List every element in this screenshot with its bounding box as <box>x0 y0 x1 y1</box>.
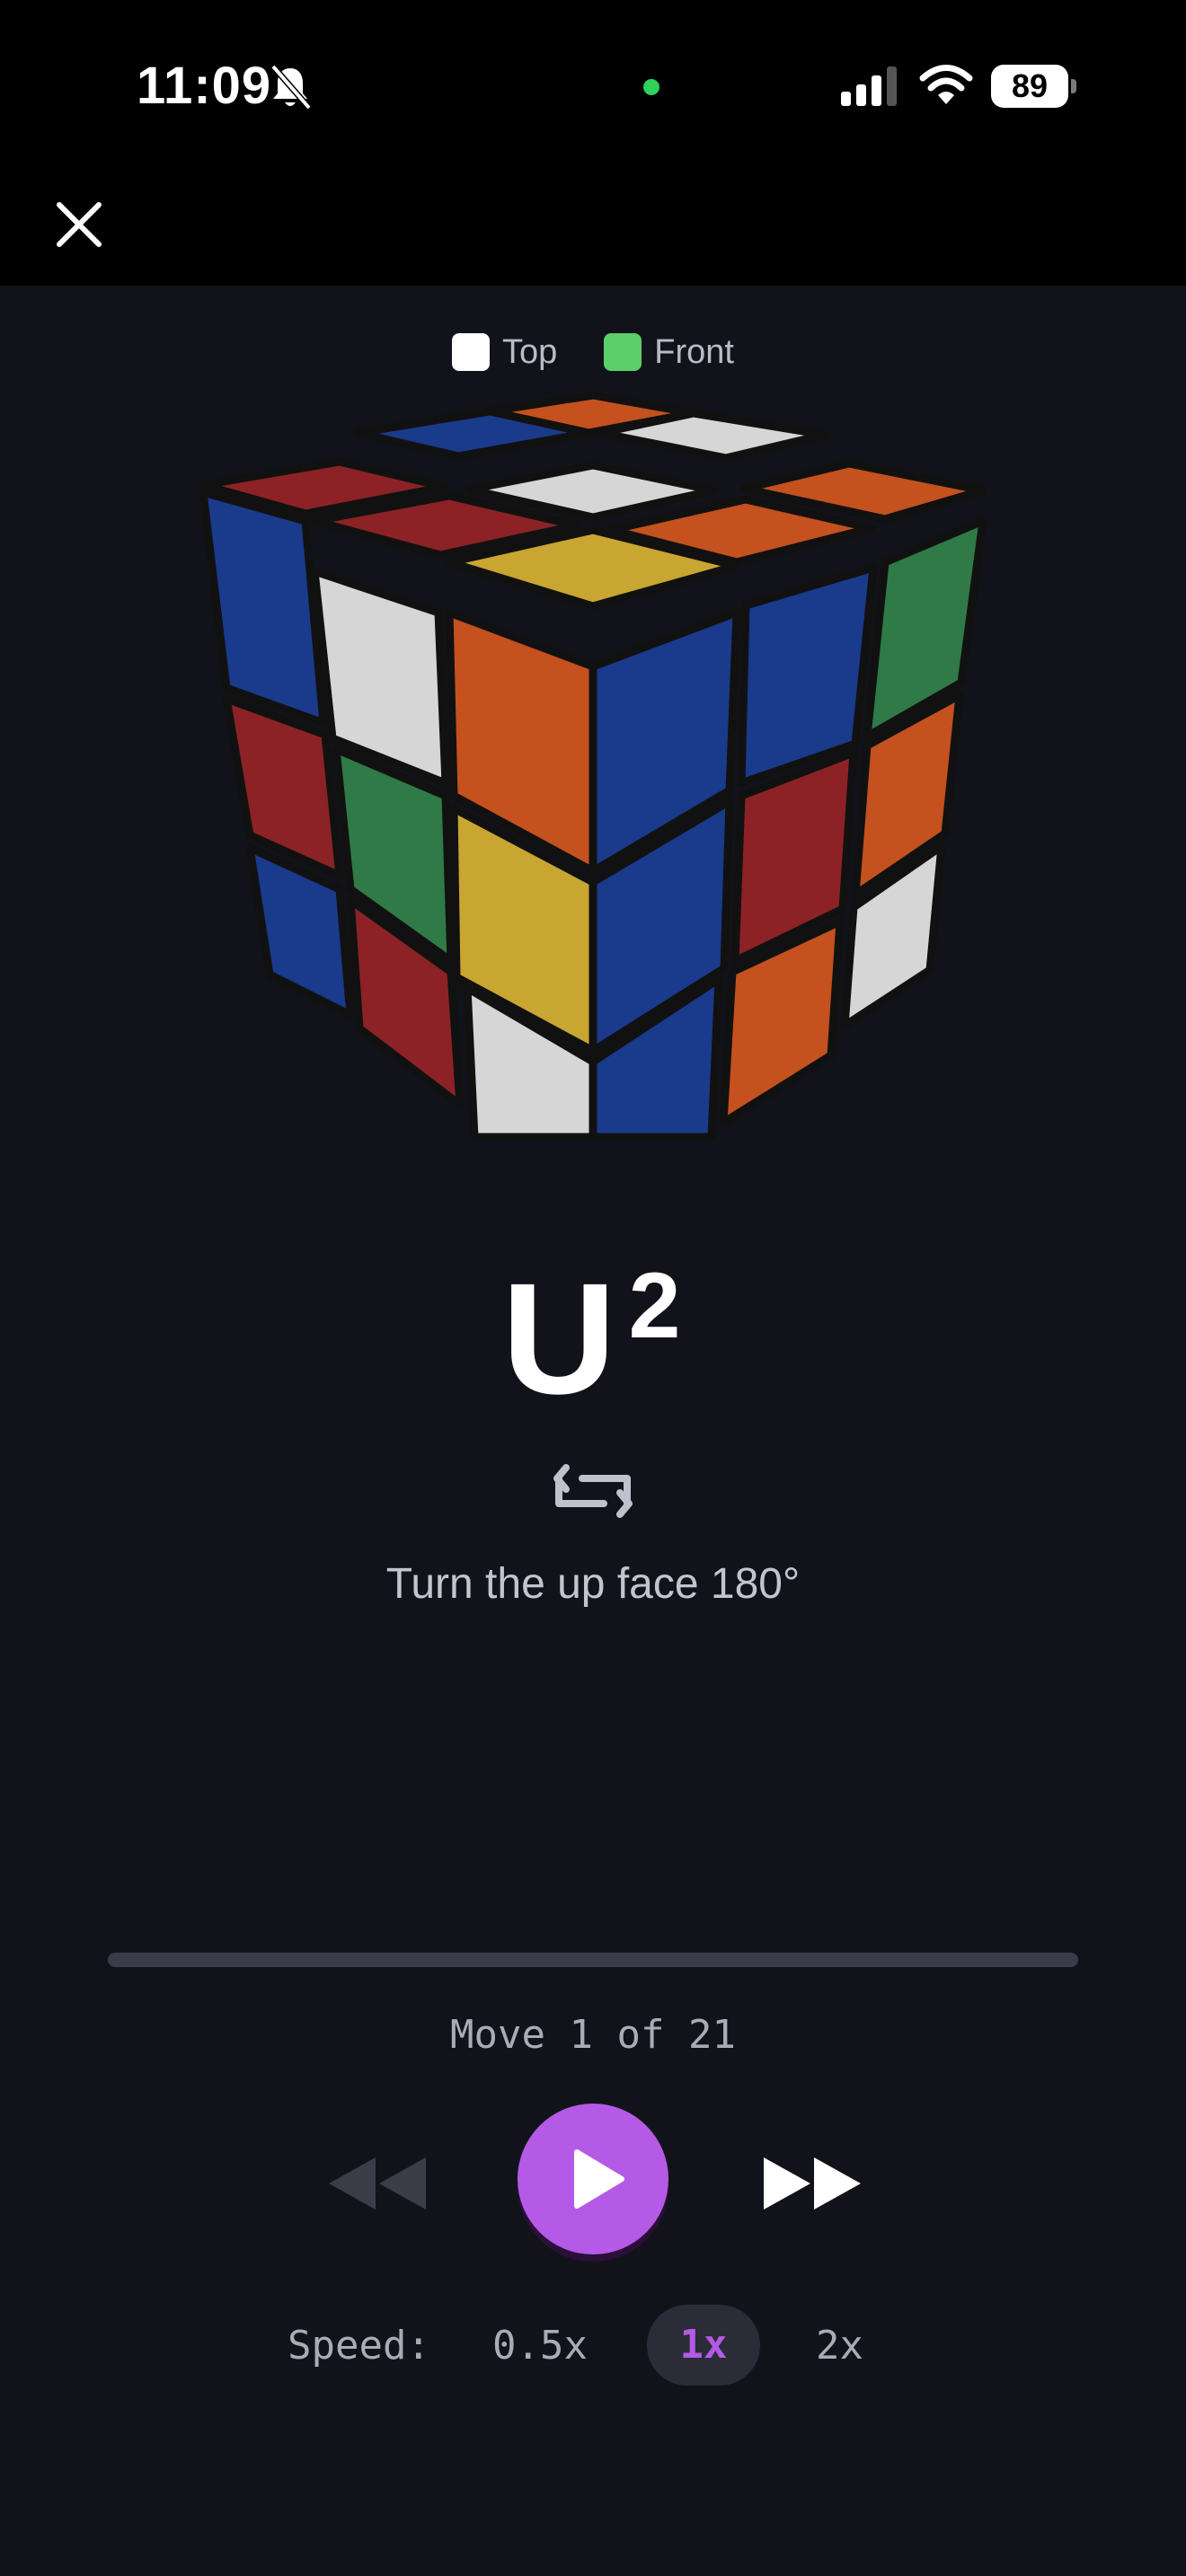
fast-forward-icon[interactable] <box>760 2154 864 2213</box>
color-legend: Top Front <box>0 327 1186 377</box>
move-letter: U <box>501 1251 620 1427</box>
privacy-indicator-dot <box>643 79 659 95</box>
repeat-arrows-icon <box>553 1464 633 1518</box>
progress-track <box>108 1953 1078 1967</box>
cube-sticker-left <box>199 488 328 728</box>
rewind-icon[interactable] <box>325 2154 429 2213</box>
move-notation: U2 <box>0 1248 1186 1430</box>
legend-label-front: Front <box>654 332 734 371</box>
cellular-signal-icon <box>841 66 897 106</box>
battery-indicator: 89 <box>991 65 1079 110</box>
battery-nub <box>1071 79 1076 93</box>
speed-option-2x[interactable]: 2x <box>816 2323 863 2369</box>
play-button[interactable] <box>518 2104 668 2254</box>
bell-slash-icon <box>270 64 312 110</box>
speed-label: Speed: <box>288 2323 430 2369</box>
legend-item-top: Top <box>452 333 557 372</box>
move-modifier: 2 <box>628 1254 685 1358</box>
rubiks-cube-3d[interactable] <box>0 386 1186 1141</box>
play-icon <box>574 2149 624 2209</box>
legend-label-top: Top <box>502 332 558 371</box>
move-counter: Move 1 of 21 <box>450 2012 736 2058</box>
speed-option-0-5x[interactable]: 0.5x <box>492 2323 588 2369</box>
move-description: Turn the up face 180° <box>385 1560 801 1608</box>
close-icon[interactable] <box>54 199 104 250</box>
speed-selector: Speed: 0.5x 1x 2x <box>0 2305 1186 2387</box>
legend-swatch-top <box>452 333 490 371</box>
legend-item-front: Front <box>604 333 734 372</box>
wifi-icon <box>919 65 973 104</box>
legend-swatch-front <box>604 333 642 371</box>
speed-option-1x[interactable]: 1x <box>647 2305 760 2386</box>
status-time: 11:09 <box>137 57 272 115</box>
battery-level: 89 <box>991 65 1068 108</box>
cube-sticker-right <box>863 516 987 741</box>
status-bar: 11:09 89 <box>0 0 1186 286</box>
